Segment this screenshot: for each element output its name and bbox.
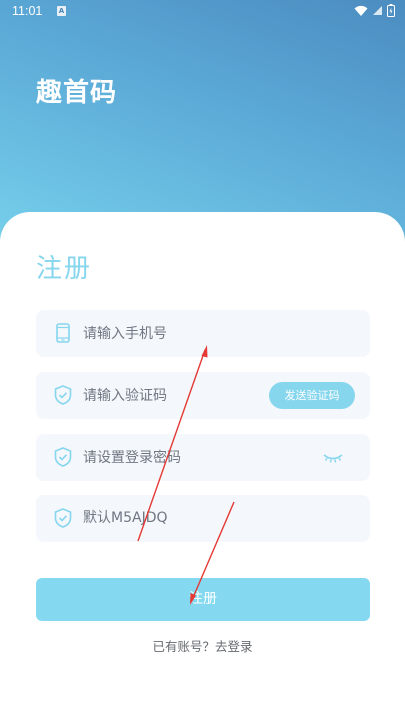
wifi-icon — [354, 5, 368, 16]
send-code-button[interactable]: 发送验证码 — [269, 382, 355, 409]
phone-input[interactable] — [83, 310, 303, 357]
status-time: 11:01 — [12, 4, 43, 18]
status-icons — [354, 4, 395, 17]
shield-check-icon — [54, 447, 72, 467]
battery-icon — [387, 4, 395, 17]
register-button[interactable]: 注册 — [36, 578, 370, 621]
invite-code-field[interactable]: 默认M5AJDQ — [36, 495, 370, 542]
password-field[interactable] — [36, 434, 370, 481]
login-link[interactable]: 已有账号？去登录 — [0, 636, 405, 655]
shield-check-icon — [54, 385, 72, 405]
page-title: 注册 — [36, 254, 93, 284]
signal-icon — [373, 6, 382, 15]
app-title: 趣首码 — [36, 78, 118, 108]
phone-field[interactable] — [36, 310, 370, 357]
code-field[interactable]: 发送验证码 — [36, 372, 370, 419]
phone-icon — [56, 323, 70, 343]
eye-closed-icon[interactable] — [322, 448, 344, 466]
invite-code-value: 默认M5AJDQ — [83, 510, 168, 526]
register-card: 注册 发送验证码 — [0, 212, 405, 720]
password-input[interactable] — [83, 434, 303, 481]
status-bar: 11:01 A — [0, 0, 405, 24]
notification-icon: A — [57, 6, 66, 16]
shield-check-icon — [54, 508, 72, 528]
